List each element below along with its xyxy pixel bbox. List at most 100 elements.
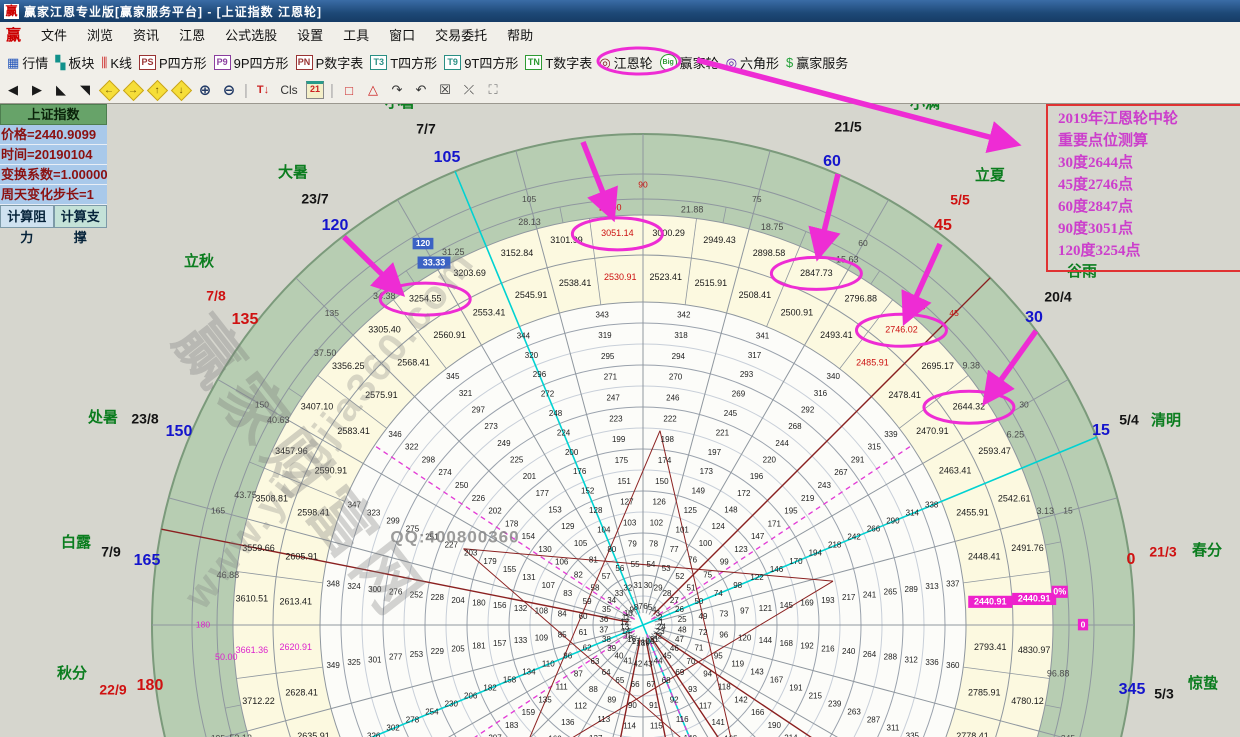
triangle-tool-button[interactable]: △ <box>362 80 384 100</box>
up-pointer-button[interactable]: ◣ <box>50 80 72 100</box>
svg-text:311: 311 <box>887 724 900 733</box>
svg-text:344: 344 <box>517 331 531 340</box>
delete-tool-button[interactable]: ☒ <box>434 80 456 100</box>
menu-item-窗口[interactable]: 窗口 <box>379 25 425 44</box>
annotation-line: 90度3051点 <box>1058 218 1240 240</box>
svg-text:249: 249 <box>497 439 511 448</box>
pan-up-button[interactable]: ↑ <box>146 80 168 100</box>
zoom-out-button[interactable]: ⊖ <box>218 80 240 100</box>
svg-text:83: 83 <box>563 589 572 598</box>
badge-icon: T3 <box>370 55 387 70</box>
svg-text:4830.97: 4830.97 <box>1018 645 1051 655</box>
badge-icon: T9 <box>444 55 461 70</box>
svg-text:63: 63 <box>591 657 600 666</box>
toolbar-button-9P四方形[interactable]: P99P四方形 <box>214 53 289 72</box>
svg-text:95: 95 <box>714 651 723 660</box>
toolbar-button-P四方形[interactable]: PSP四方形 <box>139 53 207 72</box>
menu-item-江恩[interactable]: 江恩 <box>169 25 215 44</box>
toolbar-button-板块[interactable]: ▚板块 <box>55 53 94 72</box>
svg-text:340: 340 <box>827 372 841 381</box>
svg-text:171: 171 <box>768 519 782 528</box>
svg-text:166: 166 <box>751 708 765 717</box>
t-down-button[interactable]: T↓ <box>252 80 274 100</box>
svg-text:31: 31 <box>633 581 642 590</box>
svg-text:179: 179 <box>483 557 497 566</box>
menu-item-浏览[interactable]: 浏览 <box>77 25 123 44</box>
rotate-cw-button[interactable]: ↷ <box>386 80 408 100</box>
svg-text:183: 183 <box>505 721 519 730</box>
toolbar-button-9T四方形[interactable]: T99T四方形 <box>444 53 518 72</box>
toolbar-button-K线[interactable]: ⫼K线 <box>101 53 132 72</box>
degree-label: 165 <box>134 552 161 569</box>
svg-text:127: 127 <box>620 498 634 507</box>
screen-tool-button[interactable]: ⛶ <box>482 80 504 100</box>
stock-info-panel: 上证指数 价格=2440.9099 时间=20190104 变换系数=1.000… <box>0 104 107 228</box>
pan-left-button[interactable]: ← <box>98 80 120 100</box>
solar-term-label: 清明 <box>1151 411 1181 429</box>
rect-tool-button[interactable]: □ <box>338 80 360 100</box>
svg-text:60: 60 <box>579 612 588 621</box>
calendar-button[interactable]: 21 <box>304 80 326 100</box>
svg-text:51: 51 <box>687 583 696 592</box>
rotate-ccw-button[interactable]: ↶ <box>410 80 432 100</box>
svg-text:6: 6 <box>643 602 648 611</box>
svg-text:290: 290 <box>886 517 900 526</box>
separator: | <box>328 80 336 100</box>
menu-item-公式选股[interactable]: 公式选股 <box>215 25 287 44</box>
menu-item-设置[interactable]: 设置 <box>287 25 333 44</box>
svg-text:37.50: 37.50 <box>314 348 337 358</box>
prev-arrow-button[interactable]: ◀ <box>2 80 24 100</box>
svg-text:86: 86 <box>563 651 572 660</box>
zoom-in-button[interactable]: ⊕ <box>194 80 216 100</box>
menu-item-文件[interactable]: 文件 <box>31 25 77 44</box>
toolbar-button-label: 行情 <box>22 53 48 72</box>
menu-item-工具[interactable]: 工具 <box>333 25 379 44</box>
calc-resistance-button[interactable]: 计算阻力 <box>0 205 54 228</box>
svg-text:0: 0 <box>1081 619 1086 629</box>
toolbar-button-T数字表[interactable]: TNT数字表 <box>525 53 592 72</box>
svg-text:288: 288 <box>884 653 898 662</box>
svg-text:77: 77 <box>670 545 679 554</box>
calc-support-button[interactable]: 计算支撑 <box>54 205 108 228</box>
toolbar-button-label: 六角形 <box>740 53 779 72</box>
svg-text:57: 57 <box>602 572 611 581</box>
svg-text:240: 240 <box>842 647 856 656</box>
menu-item-帮助[interactable]: 帮助 <box>497 25 543 44</box>
next-arrow-button[interactable]: ▶ <box>26 80 48 100</box>
pan-right-button[interactable]: → <box>122 80 144 100</box>
svg-text:172: 172 <box>737 489 751 498</box>
toolbar-button-赢家服务[interactable]: $赢家服务 <box>786 53 848 72</box>
annotation-line: 重要点位测算 <box>1058 130 1240 152</box>
toolbar-button-行情[interactable]: ▦行情 <box>7 53 48 72</box>
toolbar-button-六角形[interactable]: ◎六角形 <box>726 53 779 72</box>
svg-text:141: 141 <box>712 718 726 727</box>
down-pointer-button[interactable]: ◥ <box>74 80 96 100</box>
svg-text:346: 346 <box>388 430 402 439</box>
svg-text:2463.41: 2463.41 <box>939 465 972 475</box>
toolbar-button-T四方形[interactable]: T3T四方形 <box>370 53 437 72</box>
svg-text:314: 314 <box>906 509 920 518</box>
svg-text:177: 177 <box>536 489 550 498</box>
toolbar-button-江恩轮[interactable]: ◎江恩轮 <box>599 53 652 72</box>
toolbar-button-label: 板块 <box>68 53 94 72</box>
svg-text:338: 338 <box>925 501 939 510</box>
svg-text:28: 28 <box>663 589 672 598</box>
time-value: 时间=20190104 <box>0 145 107 165</box>
date-label: 23/7 <box>301 191 328 207</box>
svg-text:98: 98 <box>733 581 742 590</box>
app-logo-icon: 赢 <box>4 4 19 19</box>
svg-text:2500.91: 2500.91 <box>781 307 814 317</box>
svg-text:61: 61 <box>579 628 588 637</box>
toolbar-button-赢家轮[interactable]: Big赢家轮 <box>660 53 719 72</box>
svg-text:130: 130 <box>538 545 552 554</box>
degree-label: 120 <box>322 217 349 234</box>
cls-button[interactable]: Cls <box>276 80 302 100</box>
svg-text:41: 41 <box>623 657 632 666</box>
svg-text:79: 79 <box>628 539 637 548</box>
pan-down-button[interactable]: ↓ <box>170 80 192 100</box>
toolbar-button-P数字表[interactable]: PNP数字表 <box>296 53 364 72</box>
shrink-tool-button[interactable]: ⤫ <box>458 80 480 100</box>
menu-item-交易委托[interactable]: 交易委托 <box>425 25 497 44</box>
svg-text:246: 246 <box>666 394 680 403</box>
menu-item-资讯[interactable]: 资讯 <box>123 25 169 44</box>
